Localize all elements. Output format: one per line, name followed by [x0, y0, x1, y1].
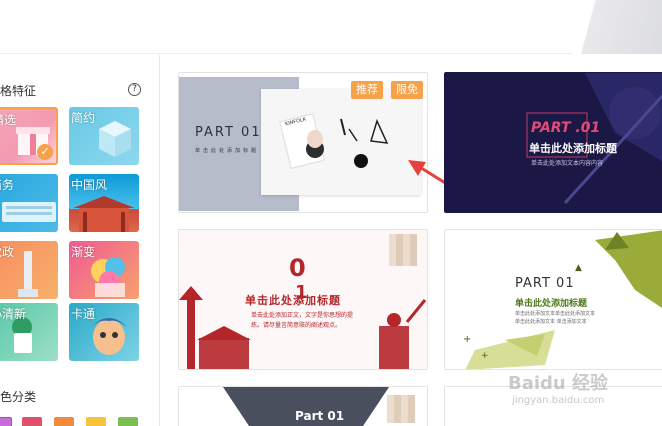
top-header — [0, 0, 662, 54]
style-tile-gradient[interactable]: 渐变 — [69, 241, 139, 299]
card-title: 单击此处添加标题 — [515, 299, 588, 309]
svg-text:▲: ▲ — [575, 263, 582, 273]
style-tile-chinese[interactable]: 中国风 — [69, 174, 139, 232]
style-tile-government[interactable]: 党政 — [0, 241, 58, 299]
color-swatch-red[interactable] — [22, 417, 42, 426]
tile-label: 渐变 — [71, 245, 96, 259]
badge-free: 限免 — [391, 81, 423, 99]
blurred-region — [389, 234, 417, 266]
template-card[interactable]: PART 01 单击此处添加标题 KINFOLK 推荐 限免 — [178, 72, 428, 213]
color-category-title: 色分类 — [0, 390, 37, 404]
style-tile-minimal[interactable]: 简约 — [69, 107, 139, 165]
template-card[interactable]: 0 1 单击此处添加标题 单击此处添加正文，文字是你思想的提 炼。请尽量言简意赅… — [178, 229, 428, 370]
part-label: PART .01 — [531, 120, 601, 136]
template-card[interactable]: PART .01 单击此处添加标题 单击此处添加文本内容内容 — [444, 72, 662, 213]
tile-label: 中国风 — [71, 178, 108, 192]
watermark-brand: Baidu 经验 — [508, 373, 609, 394]
tile-label: 小清新 — [0, 307, 27, 321]
color-swatch-green[interactable] — [118, 417, 138, 426]
blurred-region — [387, 395, 415, 423]
color-swatch-yellow[interactable] — [86, 417, 106, 426]
style-tile-cartoon[interactable]: 卡通 — [69, 303, 139, 361]
card-body-1: 单击此处添加文本单击此处添加文本 — [515, 311, 596, 317]
style-feature-title: 格特征 — [0, 84, 37, 98]
card-body-2: 单击此处添加文本 单击添加文本 — [515, 319, 587, 325]
svg-text:+: + — [463, 334, 471, 345]
watermark-url: jingyan.baidu.com — [512, 395, 605, 406]
tile-label: 商务 — [0, 178, 15, 192]
header-decoration — [572, 0, 662, 54]
badge-recommend: 推荐 — [351, 81, 383, 99]
part-label: PART 01 — [515, 276, 575, 291]
tile-label: 精选 — [0, 113, 17, 127]
style-tile-business[interactable]: 商务 — [0, 174, 58, 232]
tile-label: 简约 — [71, 111, 96, 125]
style-tile-fresh[interactable]: 小清新 — [0, 303, 58, 361]
template-card[interactable]: Part 01 — [178, 386, 428, 426]
color-swatch-purple[interactable] — [0, 417, 12, 426]
tile-label: 卡通 — [71, 307, 96, 321]
svg-text:+: + — [481, 351, 489, 361]
card-subtitle: 单击此处添加文本内容内容 — [531, 160, 604, 167]
style-tile-featured[interactable]: 精选 ✓ — [0, 107, 58, 165]
filter-panel: 格特征 ? 精选 ✓ 简约 商务 中国风 — [0, 55, 160, 426]
color-swatch-orange[interactable] — [54, 417, 74, 426]
help-icon[interactable]: ? — [128, 83, 141, 96]
card-title: 单击此处添加标题 — [529, 142, 617, 155]
tile-label: 党政 — [0, 245, 15, 259]
check-icon: ✓ — [37, 144, 53, 160]
card-subtitle: 单击此处添加标题 — [195, 148, 260, 154]
part-label: Part 01 — [295, 409, 345, 423]
part-label: PART 01 — [195, 125, 262, 140]
template-card[interactable]: + + ▲ PART 01 单击此处添加标题 单击此处添加文本单击此处添加文本 … — [444, 229, 662, 370]
